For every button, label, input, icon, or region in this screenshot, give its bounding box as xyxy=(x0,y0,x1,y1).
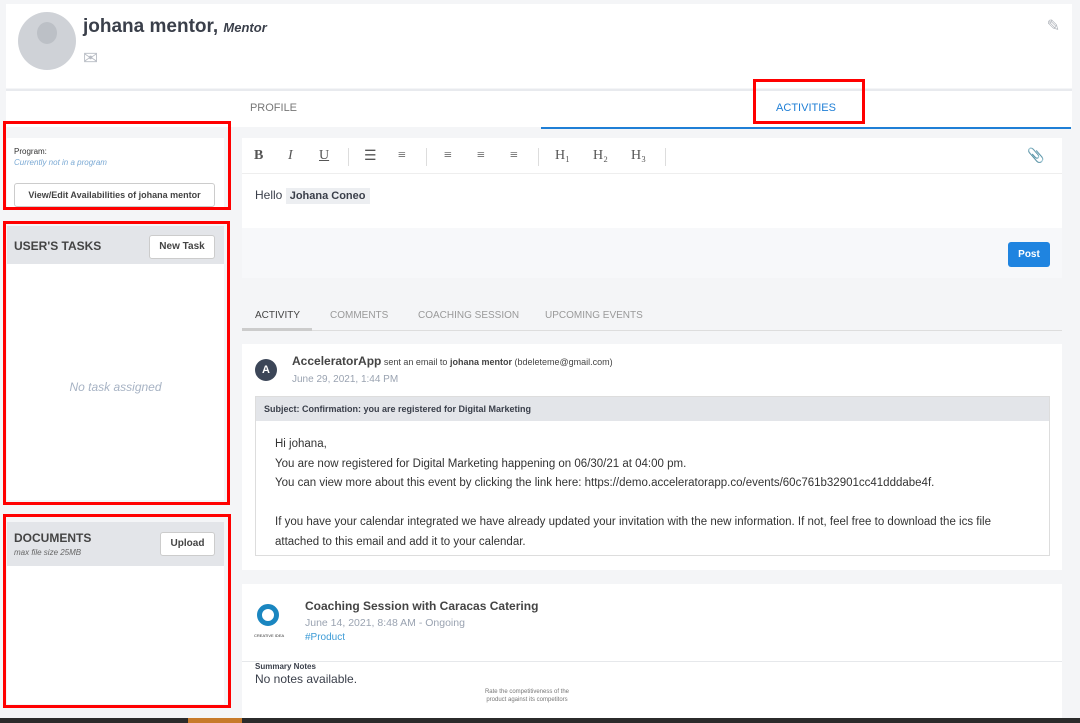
email-line: If you have your calendar integrated we … xyxy=(275,516,991,528)
edit-pencil-icon[interactable]: ✎ xyxy=(1047,16,1060,36)
heading2-icon[interactable]: H₂ xyxy=(593,148,608,164)
post-button[interactable]: Post xyxy=(1008,242,1050,267)
tab-coaching-session[interactable]: COACHING SESSION xyxy=(418,310,519,321)
profile-header: johana mentor, Mentor ✉ ✎ xyxy=(6,4,1072,88)
email-line: Hi johana, xyxy=(275,438,327,450)
numbered-list-icon[interactable]: ≡ xyxy=(398,148,406,164)
editor-content[interactable]: Hello Johana Coneo xyxy=(255,188,370,204)
bottom-bar-accent xyxy=(188,718,242,723)
email-line: You can view more about this event by cl… xyxy=(275,477,935,489)
envelope-icon[interactable]: ✉ xyxy=(83,48,98,69)
email-line: attached to this email and add it to you… xyxy=(275,535,526,548)
bold-icon[interactable]: B xyxy=(254,148,263,164)
highlight-box-documents xyxy=(3,514,231,708)
session-date: June 14, 2021, 8:48 AM - Ongoing xyxy=(305,617,465,629)
logo-text: CREATIVE IDEA xyxy=(254,633,285,638)
paperclip-icon[interactable]: 📎 xyxy=(1027,148,1044,165)
tab-comments[interactable]: COMMENTS xyxy=(330,310,388,321)
bullet-list-icon[interactable]: ☰ xyxy=(364,148,377,165)
highlight-box-program xyxy=(3,121,231,210)
active-tab-indicator xyxy=(242,328,312,331)
editor-footer xyxy=(242,228,1062,278)
sender-name[interactable]: AcceleratorApp xyxy=(292,354,381,368)
heading1-icon[interactable]: H₁ xyxy=(555,148,570,164)
underline-icon[interactable]: U xyxy=(319,148,329,164)
company-logo xyxy=(257,604,279,626)
italic-icon[interactable]: I xyxy=(288,148,293,164)
align-center-icon[interactable]: ≡ xyxy=(477,148,485,164)
email-blank-line xyxy=(275,494,1049,514)
role-text: Mentor xyxy=(223,20,267,35)
email-text: Hi johana, You are now registered for Di… xyxy=(256,421,1049,552)
avatar xyxy=(18,12,76,70)
summary-notes-text: No notes available. xyxy=(255,672,358,686)
divider xyxy=(665,148,666,166)
email-activity: A AcceleratorApp sent an email to johana… xyxy=(242,344,1062,570)
email-line: You are now registered for Digital Marke… xyxy=(275,457,687,470)
divider xyxy=(242,330,1062,331)
coaching-session-activity: CREATIVE IDEA Coaching Session with Cara… xyxy=(242,584,1062,723)
bottom-bar xyxy=(0,718,1080,723)
summary-notes-label: Summary Notes xyxy=(255,662,316,671)
editor-toolbar: B I U ☰ ≡ ≡ ≡ ≡ H₁ H₂ H₃ 📎 xyxy=(242,138,1062,174)
align-left-icon[interactable]: ≡ xyxy=(444,148,452,164)
divider xyxy=(538,148,539,166)
recipient-address: (bdeleteme@gmail.com) xyxy=(514,357,613,367)
email-date: June 29, 2021, 1:44 PM xyxy=(292,374,399,385)
email-body: Subject: Confirmation: you are registere… xyxy=(255,396,1050,556)
tab-activity[interactable]: ACTIVITY xyxy=(255,310,300,321)
post-editor: B I U ☰ ≡ ≡ ≡ ≡ H₁ H₂ H₃ 📎 Hello Johana … xyxy=(242,138,1062,278)
notes-image-text: Rate the competitiveness of the product … xyxy=(484,689,570,703)
recipient-name[interactable]: johana mentor xyxy=(450,357,512,367)
heading3-icon[interactable]: H₃ xyxy=(631,148,646,164)
highlight-box-tasks xyxy=(3,221,230,505)
email-subject: Subject: Confirmation: you are registere… xyxy=(256,397,1049,421)
highlight-box-activities xyxy=(753,79,865,124)
name-text: johana mentor, xyxy=(83,16,219,37)
divider xyxy=(242,661,1062,662)
align-right-icon[interactable]: ≡ xyxy=(510,148,518,164)
sender-avatar: A xyxy=(255,359,277,381)
session-title[interactable]: Coaching Session with Caracas Catering xyxy=(305,599,538,613)
greeting-text: Hello xyxy=(255,188,283,202)
tab-upcoming-events[interactable]: UPCOMING EVENTS xyxy=(545,310,643,321)
divider xyxy=(348,148,349,166)
divider xyxy=(426,148,427,166)
mention-tag: Johana Coneo xyxy=(285,188,370,204)
email-header: AcceleratorApp sent an email to johana m… xyxy=(292,354,613,368)
session-tag[interactable]: #Product xyxy=(305,632,345,643)
profile-name: johana mentor, Mentor xyxy=(83,16,267,38)
action-text: sent an email to xyxy=(383,357,448,367)
